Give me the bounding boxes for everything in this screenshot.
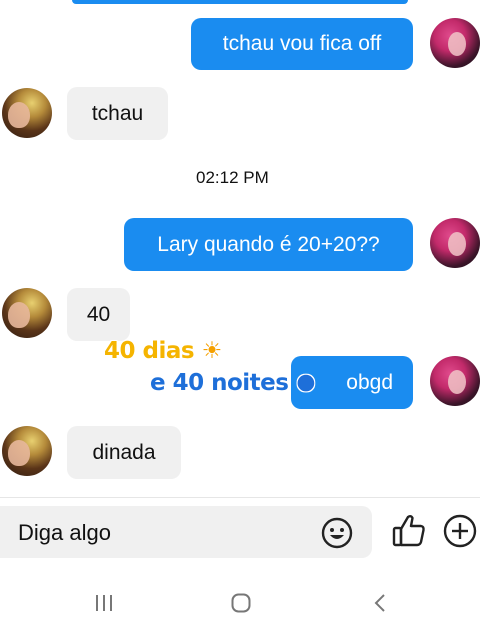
back-icon[interactable] (370, 592, 392, 614)
composer-divider (0, 497, 480, 498)
message-incoming[interactable]: 40 (67, 288, 130, 341)
message-incoming[interactable]: dinada (67, 426, 181, 479)
message-text: tchau (91, 101, 144, 125)
contact-avatar[interactable] (2, 88, 52, 138)
recent-apps-icon[interactable] (93, 592, 115, 614)
overlay-caption-line2: e 40 noites 🌑 (150, 370, 316, 396)
message-text: obgd (346, 370, 393, 394)
contact-avatar[interactable] (2, 426, 52, 476)
overlay-caption-line1: 40 dias ☀ (104, 338, 222, 364)
message-input[interactable]: Diga algo (0, 506, 372, 558)
my-avatar[interactable] (430, 218, 480, 268)
previous-message-bubble (72, 0, 408, 4)
my-avatar[interactable] (430, 356, 480, 406)
thumbs-up-icon[interactable] (390, 512, 428, 550)
message-text: Lary quando é 20+20?? (157, 232, 380, 256)
moon-emoji-icon: 🌑 (295, 373, 316, 395)
my-avatar[interactable] (430, 18, 480, 68)
message-text: dinada (92, 440, 156, 464)
plus-circle-icon[interactable] (442, 513, 478, 549)
smiley-icon[interactable] (320, 516, 354, 550)
message-text: 40 (86, 302, 111, 326)
message-timestamp: 02:12 PM (196, 168, 269, 187)
message-outgoing[interactable]: tchau vou fica off (191, 18, 413, 70)
contact-avatar[interactable] (2, 288, 52, 338)
message-text: tchau vou fica off (222, 32, 382, 55)
message-input-placeholder: Diga algo (18, 520, 111, 545)
message-outgoing[interactable]: Lary quando é 20+20?? (124, 218, 413, 271)
home-icon[interactable] (230, 592, 252, 614)
message-incoming[interactable]: tchau (67, 87, 168, 140)
sun-emoji-icon: ☀ (201, 338, 223, 364)
